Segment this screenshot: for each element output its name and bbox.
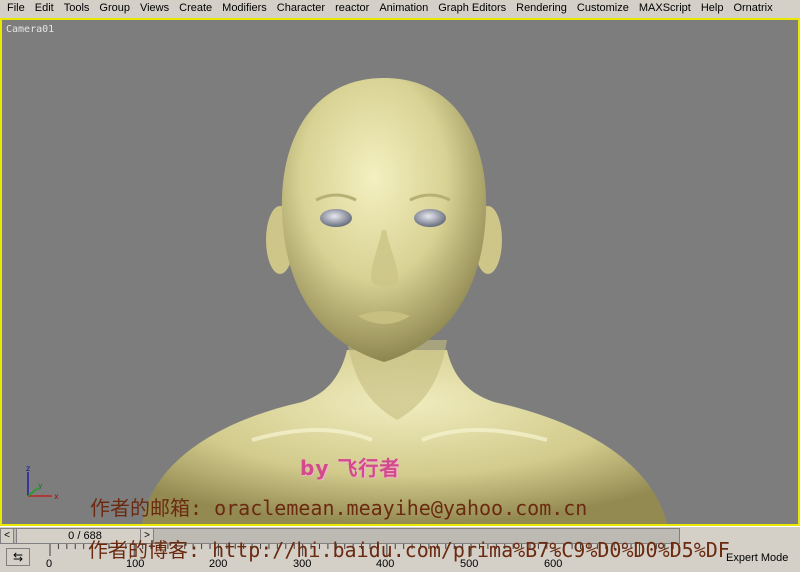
menu-help[interactable]: Help [696,0,729,17]
time-slider[interactable]: < 0 / 688 > [0,526,800,544]
axis-gizmo: z x y [26,464,59,501]
watermark-author: by 飞行者 [300,456,401,480]
axis-z-label: z [26,464,30,473]
menu-reactor[interactable]: reactor [330,0,374,17]
watermark-email: 作者的邮箱: oraclemean.meayihe@yahoo.com.cn [90,496,588,520]
menu-bar: File Edit Tools Group Views Create Modif… [0,0,800,17]
menu-character[interactable]: Character [272,0,330,17]
menu-group[interactable]: Group [94,0,135,17]
axis-x-label: x [54,492,59,501]
tick-label-500: 500 [460,558,479,570]
menu-rendering[interactable]: Rendering [511,0,572,17]
tick-label-300: 300 [293,558,312,570]
menu-modifiers[interactable]: Modifiers [217,0,272,17]
mini-curve-editor-icon[interactable]: ⇆ [6,548,30,566]
menu-create[interactable]: Create [174,0,217,17]
menu-animation[interactable]: Animation [374,0,433,17]
menu-customize[interactable]: Customize [572,0,634,17]
menu-ornatrix[interactable]: Ornatrix [728,0,777,17]
prev-frame-button[interactable]: < [0,528,14,544]
menu-tools[interactable]: Tools [59,0,95,17]
menu-views[interactable]: Views [135,0,174,17]
menu-edit[interactable]: Edit [30,0,59,17]
track-ruler[interactable]: 0 100 200 300 400 500 600 [40,544,680,572]
tick-label-200: 200 [209,558,228,570]
track-bar[interactable]: ⇆ 0 100 200 300 400 500 600 Expert Mode [0,544,800,572]
tick-label-0: 0 [46,558,53,570]
camera-viewport[interactable]: Camera01 z x y by 飞行者 作者的邮箱: oraclemean.… [0,18,800,526]
tick-label-100: 100 [126,558,145,570]
next-frame-button[interactable]: > [140,528,154,544]
time-slider-thumb[interactable]: 0 / 688 [16,528,154,544]
tick-label-400: 400 [376,558,395,570]
menu-file[interactable]: File [2,0,30,17]
expert-mode-button[interactable]: Expert Mode [686,544,800,572]
menu-maxscript[interactable]: MAXScript [634,0,696,17]
ruler-ticks [49,544,674,556]
tick-label-600: 600 [544,558,563,570]
axis-y-label: y [38,481,43,490]
head-model [142,78,667,524]
menu-graph-editors[interactable]: Graph Editors [433,0,511,17]
